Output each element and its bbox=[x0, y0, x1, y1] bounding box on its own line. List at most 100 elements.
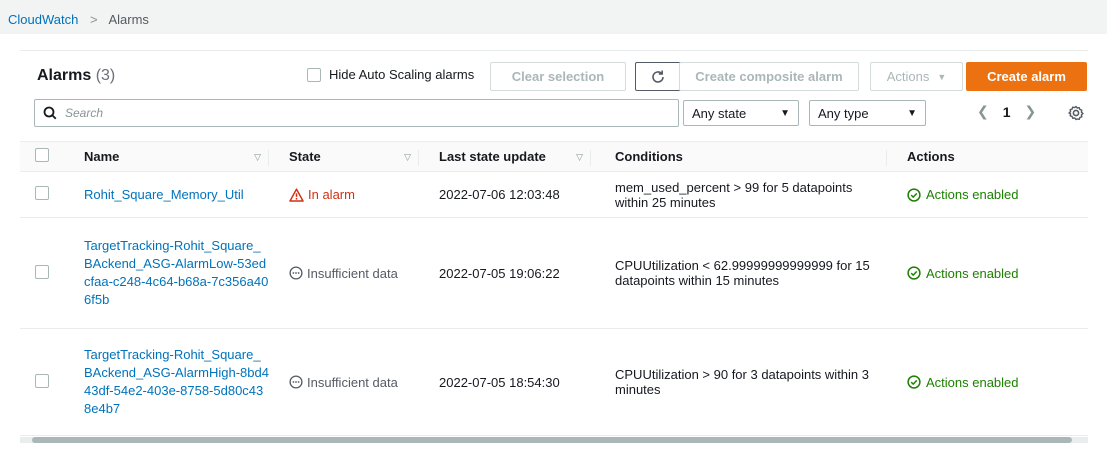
create-alarm-button[interactable]: Create alarm bbox=[966, 62, 1087, 91]
state-label: Insufficient data bbox=[307, 374, 398, 390]
table-row[interactable]: TargetTracking-Rohit_Square_BAckend_ASG-… bbox=[20, 218, 1088, 329]
hide-autoscaling-checkbox[interactable] bbox=[307, 67, 321, 82]
row-select-cell bbox=[20, 218, 64, 329]
column-header-label: Name bbox=[84, 149, 120, 164]
actions-status-label: Actions enabled bbox=[926, 187, 1019, 202]
actions-status: Actions enabled bbox=[907, 375, 1088, 390]
actions-dropdown-label: Actions bbox=[886, 69, 930, 84]
row-select-cell bbox=[20, 172, 64, 218]
ellipsis-circle-icon bbox=[289, 266, 303, 280]
breadcrumb: CloudWatch > Alarms bbox=[0, 0, 1107, 34]
alarms-header: Alarms (3) Hide Auto Scaling alarms Clea… bbox=[20, 51, 1088, 101]
row-checkbox[interactable] bbox=[35, 373, 49, 388]
column-header-conditions[interactable]: Conditions bbox=[591, 142, 887, 172]
actions-status: Actions enabled bbox=[907, 187, 1088, 202]
last-update-cell: 2022-07-05 18:54:30 bbox=[439, 374, 560, 390]
select-all-cell bbox=[20, 142, 64, 172]
actions-status-label: Actions enabled bbox=[926, 374, 1019, 390]
conditions-text: CPUUtilization > 90 for 3 datapoints wit… bbox=[615, 367, 869, 397]
actions-cell: Actions enabled bbox=[887, 218, 1088, 329]
row-select-cell bbox=[20, 329, 64, 436]
warning-icon bbox=[289, 187, 304, 202]
hide-autoscaling-toggle[interactable]: Hide Auto Scaling alarms bbox=[307, 67, 474, 82]
check-circle-icon bbox=[907, 187, 921, 202]
next-page-icon[interactable]: ❯ bbox=[1025, 103, 1037, 120]
breadcrumb-cloudwatch-link[interactable]: CloudWatch bbox=[8, 12, 78, 27]
create-composite-alarm-button[interactable]: Create composite alarm bbox=[679, 62, 859, 91]
column-header-actions[interactable]: Actions bbox=[887, 142, 1088, 172]
state-cell: In alarm bbox=[269, 172, 419, 218]
state-filter-value: Any state bbox=[692, 105, 747, 121]
alarm-name-link[interactable]: TargetTracking-Rohit_Square_BAckend_ASG-… bbox=[84, 346, 269, 418]
alarm-name-cell: TargetTracking-Rohit_Square_BAckend_ASG-… bbox=[64, 329, 269, 436]
column-header-label: State bbox=[289, 149, 321, 164]
row-checkbox[interactable] bbox=[35, 186, 49, 200]
gear-icon[interactable] bbox=[1066, 103, 1086, 123]
column-header-state[interactable]: State ▽ bbox=[269, 142, 419, 172]
state-cell: Insufficient data bbox=[269, 329, 419, 436]
check-circle-icon bbox=[907, 266, 921, 280]
column-header-label: Actions bbox=[907, 149, 955, 164]
actions-status: Actions enabled bbox=[907, 266, 1088, 281]
state-insufficient-data: Insufficient data bbox=[289, 375, 419, 390]
row-checkbox[interactable] bbox=[35, 264, 49, 279]
refresh-button[interactable] bbox=[635, 62, 681, 91]
actions-status-label: Actions enabled bbox=[926, 265, 1019, 281]
breadcrumb-current: Alarms bbox=[108, 12, 149, 27]
sort-icon: ▽ bbox=[404, 152, 411, 162]
alarms-panel: Alarms (3) Hide Auto Scaling alarms Clea… bbox=[20, 50, 1088, 443]
table-row[interactable]: TargetTracking-Rohit_Square_BAckend_ASG-… bbox=[20, 329, 1088, 436]
type-filter-select[interactable]: Any type ▼ bbox=[809, 100, 926, 126]
alarm-name-link[interactable]: Rohit_Square_Memory_Util bbox=[84, 186, 269, 204]
hide-autoscaling-label: Hide Auto Scaling alarms bbox=[329, 67, 475, 82]
search-input[interactable] bbox=[65, 106, 645, 120]
pagination: ❮ 1 ❯ bbox=[977, 103, 1036, 120]
prev-page-icon[interactable]: ❮ bbox=[977, 103, 989, 120]
horizontal-scrollbar[interactable] bbox=[20, 437, 1088, 443]
state-label: In alarm bbox=[308, 187, 355, 202]
last-update-cell: 2022-07-05 19:06:22 bbox=[439, 265, 560, 281]
last-update-cell: 2022-07-06 12:03:48 bbox=[439, 187, 560, 202]
table-row[interactable]: Rohit_Square_Memory_Util In alarm 2022-0… bbox=[20, 172, 1088, 218]
type-filter-value: Any type bbox=[818, 105, 869, 121]
alarm-count: (3) bbox=[95, 67, 116, 84]
alarm-name-cell: TargetTracking-Rohit_Square_BAckend_ASG-… bbox=[64, 218, 269, 329]
column-header-last-update[interactable]: Last state update ▽ bbox=[419, 142, 591, 172]
select-all-checkbox[interactable] bbox=[35, 148, 49, 162]
ellipsis-circle-icon bbox=[289, 375, 303, 389]
state-cell: Insufficient data bbox=[269, 218, 419, 329]
actions-cell: Actions enabled bbox=[887, 172, 1088, 218]
alarm-name-cell: Rohit_Square_Memory_Util bbox=[64, 172, 269, 218]
search-box[interactable] bbox=[34, 99, 679, 127]
conditions-text: mem_used_percent > 99 for 5 datapoints w… bbox=[615, 179, 853, 210]
conditions-cell: mem_used_percent > 99 for 5 datapoints w… bbox=[591, 172, 887, 218]
sort-icon: ▽ bbox=[576, 152, 583, 162]
scrollbar-thumb[interactable] bbox=[32, 437, 1072, 443]
refresh-icon bbox=[652, 70, 664, 83]
column-header-label: Conditions bbox=[615, 149, 683, 164]
state-filter-select[interactable]: Any state ▼ bbox=[683, 100, 799, 126]
conditions-text: CPUUtilization < 62.99999999999999 for 1… bbox=[615, 258, 870, 288]
caret-down-icon: ▼ bbox=[780, 107, 790, 119]
sort-icon: ▽ bbox=[254, 152, 261, 162]
actions-cell: Actions enabled bbox=[887, 329, 1088, 436]
caret-down-icon: ▼ bbox=[907, 107, 917, 119]
actions-dropdown-button[interactable]: Actions ▼ bbox=[870, 62, 963, 91]
conditions-cell: CPUUtilization > 90 for 3 datapoints wit… bbox=[591, 329, 887, 436]
column-header-name[interactable]: Name ▽ bbox=[64, 142, 269, 172]
page-title: Alarms (3) bbox=[37, 67, 115, 85]
state-label: Insufficient data bbox=[307, 265, 398, 281]
alarms-table: Name ▽ State ▽ Last state update ▽ Conditio… bbox=[20, 141, 1088, 436]
state-insufficient-data: Insufficient data bbox=[289, 266, 419, 281]
search-icon bbox=[43, 106, 57, 120]
alarm-name-link[interactable]: TargetTracking-Rohit_Square_BAckend_ASG-… bbox=[84, 237, 269, 309]
state-in-alarm: In alarm bbox=[289, 187, 419, 202]
breadcrumb-separator-icon: > bbox=[89, 12, 98, 27]
column-header-label: Last state update bbox=[439, 149, 546, 164]
current-page[interactable]: 1 bbox=[1003, 104, 1011, 120]
clear-selection-button[interactable]: Clear selection bbox=[490, 62, 626, 91]
caret-down-icon: ▼ bbox=[937, 71, 947, 82]
check-circle-icon bbox=[907, 375, 921, 389]
table-header-row: Name ▽ State ▽ Last state update ▽ Conditio… bbox=[20, 141, 1088, 172]
page-title-text: Alarms bbox=[37, 67, 92, 84]
